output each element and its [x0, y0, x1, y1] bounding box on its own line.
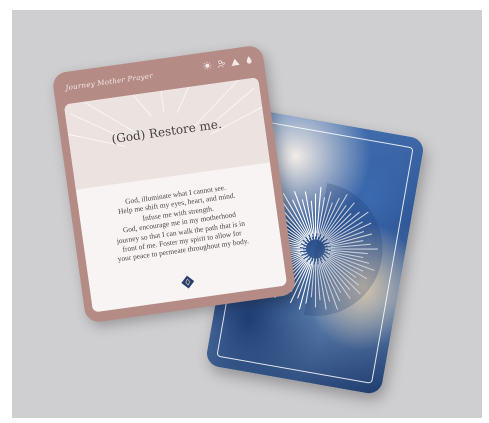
brand-name: Journey Mother Prayer [65, 71, 154, 93]
header-icons [202, 55, 254, 71]
diamond-emblem-icon [181, 275, 195, 289]
people-icon [217, 60, 225, 68]
photo-background: Journey Mother Prayer (God) Restore me. … [12, 10, 482, 418]
drop-icon [246, 56, 252, 64]
prayer-text: God, illuminate what I cannot see. Help … [88, 178, 271, 268]
mountain-icon [231, 58, 240, 66]
card-face: (God) Restore me. God, illuminate what I… [63, 77, 288, 313]
card-front: Journey Mother Prayer (God) Restore me. … [51, 44, 297, 324]
sun-icon [203, 61, 212, 70]
